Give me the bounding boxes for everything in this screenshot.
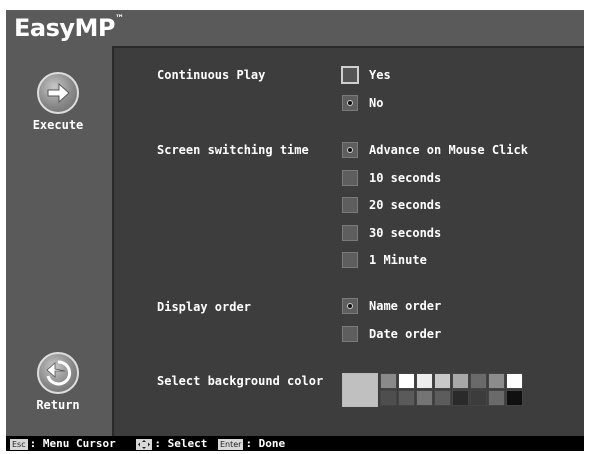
esc-key-icon: Esc [10, 438, 28, 450]
continuous-play-yes-checkbox[interactable] [341, 66, 359, 84]
color-swatch[interactable] [434, 390, 451, 406]
switch-30s-checkbox[interactable] [342, 225, 358, 241]
directional-pad-icon [136, 438, 153, 450]
color-swatch[interactable] [488, 373, 505, 389]
color-swatch[interactable] [470, 390, 487, 406]
color-swatch[interactable] [452, 373, 469, 389]
select-hint: : Select [154, 437, 208, 450]
esc-hint: : Menu Cursor [29, 437, 116, 450]
switch-1min-checkbox[interactable] [342, 252, 358, 268]
display-order-label: Display order [157, 300, 251, 314]
color-swatch[interactable] [380, 373, 397, 389]
selected-color-swatch [342, 373, 378, 407]
enter-key-icon: Enter [217, 438, 244, 450]
color-swatch[interactable] [506, 373, 523, 389]
display-name-order-checkbox[interactable] [342, 298, 358, 314]
switch-20s-checkbox[interactable] [342, 197, 358, 213]
color-swatch[interactable] [380, 390, 397, 406]
color-swatch[interactable] [398, 373, 415, 389]
continuous-play-no-checkbox[interactable] [342, 95, 358, 111]
execute-button[interactable]: Execute [6, 72, 110, 132]
display-date-order-label: Date order [369, 327, 442, 341]
return-label: Return [36, 398, 80, 412]
continuous-play-label: Continuous Play [157, 68, 266, 82]
switch-20s-label: 20 seconds [369, 198, 442, 212]
color-swatch[interactable] [398, 390, 415, 406]
background-color-label: Select background color [157, 374, 324, 388]
switch-1min-label: 1 Minute [369, 253, 427, 267]
color-swatch[interactable] [470, 373, 487, 389]
execute-label: Execute [32, 118, 84, 132]
switch-mouse-click-checkbox[interactable] [342, 142, 358, 158]
color-swatch[interactable] [488, 390, 505, 406]
easymp-logo: EasyMP™ [6, 10, 124, 46]
switch-mouse-click-label: Advance on Mouse Click [369, 143, 528, 157]
switch-10s-label: 10 seconds [369, 171, 442, 185]
color-swatch[interactable] [434, 373, 451, 389]
continuous-play-yes-label: Yes [369, 68, 391, 82]
continuous-play-no-label: No [369, 96, 384, 110]
color-swatch[interactable] [452, 390, 469, 406]
status-bar: Esc: Menu Cursor : Select Enter: Done [6, 436, 584, 451]
color-swatch[interactable] [506, 390, 523, 406]
enter-hint: : Done [245, 437, 286, 450]
return-arrow-icon [37, 352, 79, 394]
switch-30s-label: 30 seconds [369, 226, 442, 240]
sidebar: Execute Return [6, 46, 110, 436]
color-swatch[interactable] [416, 390, 433, 406]
execute-arrow-icon [37, 72, 79, 114]
return-button[interactable]: Return [6, 352, 110, 412]
display-date-order-checkbox[interactable] [342, 326, 358, 342]
switch-10s-checkbox[interactable] [342, 170, 358, 186]
display-name-order-label: Name order [369, 299, 442, 313]
screen-switching-label: Screen switching time [157, 143, 309, 157]
background-color-palette [342, 373, 528, 407]
color-swatch[interactable] [416, 373, 433, 389]
